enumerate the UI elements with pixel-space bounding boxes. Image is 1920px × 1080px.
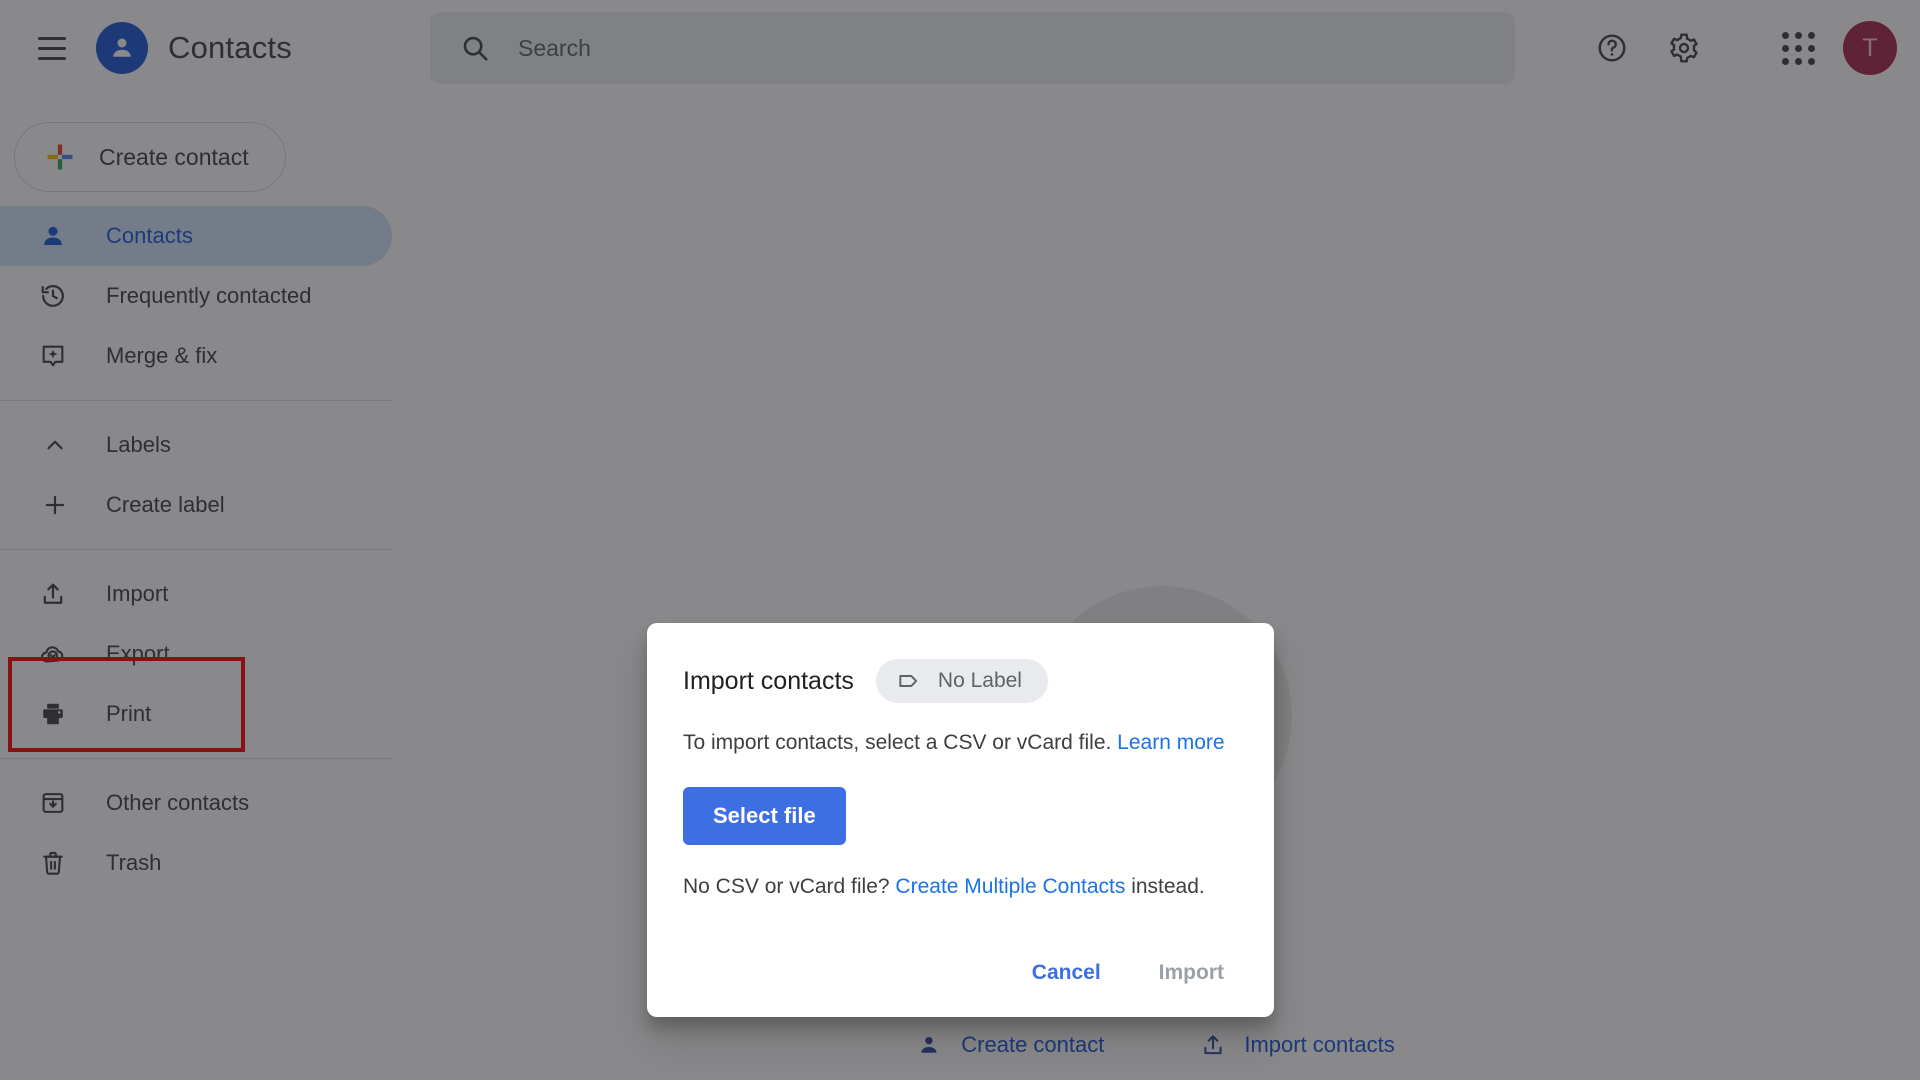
import-contacts-dialog: Import contacts No Label To import conta…: [647, 623, 1274, 1017]
alt-prefix: No CSV or vCard file?: [683, 875, 896, 898]
dialog-title: Import contacts: [683, 666, 854, 695]
cancel-button[interactable]: Cancel: [1012, 947, 1121, 999]
label-chip[interactable]: No Label: [875, 659, 1048, 703]
contacts-app: Contacts T: [0, 0, 1920, 1080]
dialog-footer: Cancel Import: [1012, 947, 1244, 999]
dialog-header: Import contacts No Label: [647, 623, 1274, 703]
label-chip-text: No Label: [937, 669, 1022, 692]
dialog-description: To import contacts, select a CSV or vCar…: [683, 731, 1274, 755]
label-tag-icon: [899, 675, 918, 687]
dialog-alternative-text: No CSV or vCard file? Create Multiple Co…: [683, 875, 1274, 899]
import-button: Import: [1139, 947, 1244, 999]
create-multiple-contacts-link[interactable]: Create Multiple Contacts: [895, 875, 1125, 898]
learn-more-link[interactable]: Learn more: [1117, 731, 1224, 754]
select-file-button[interactable]: Select file: [683, 787, 846, 845]
alt-suffix: instead.: [1125, 875, 1205, 898]
dialog-description-text: To import contacts, select a CSV or vCar…: [683, 731, 1118, 754]
